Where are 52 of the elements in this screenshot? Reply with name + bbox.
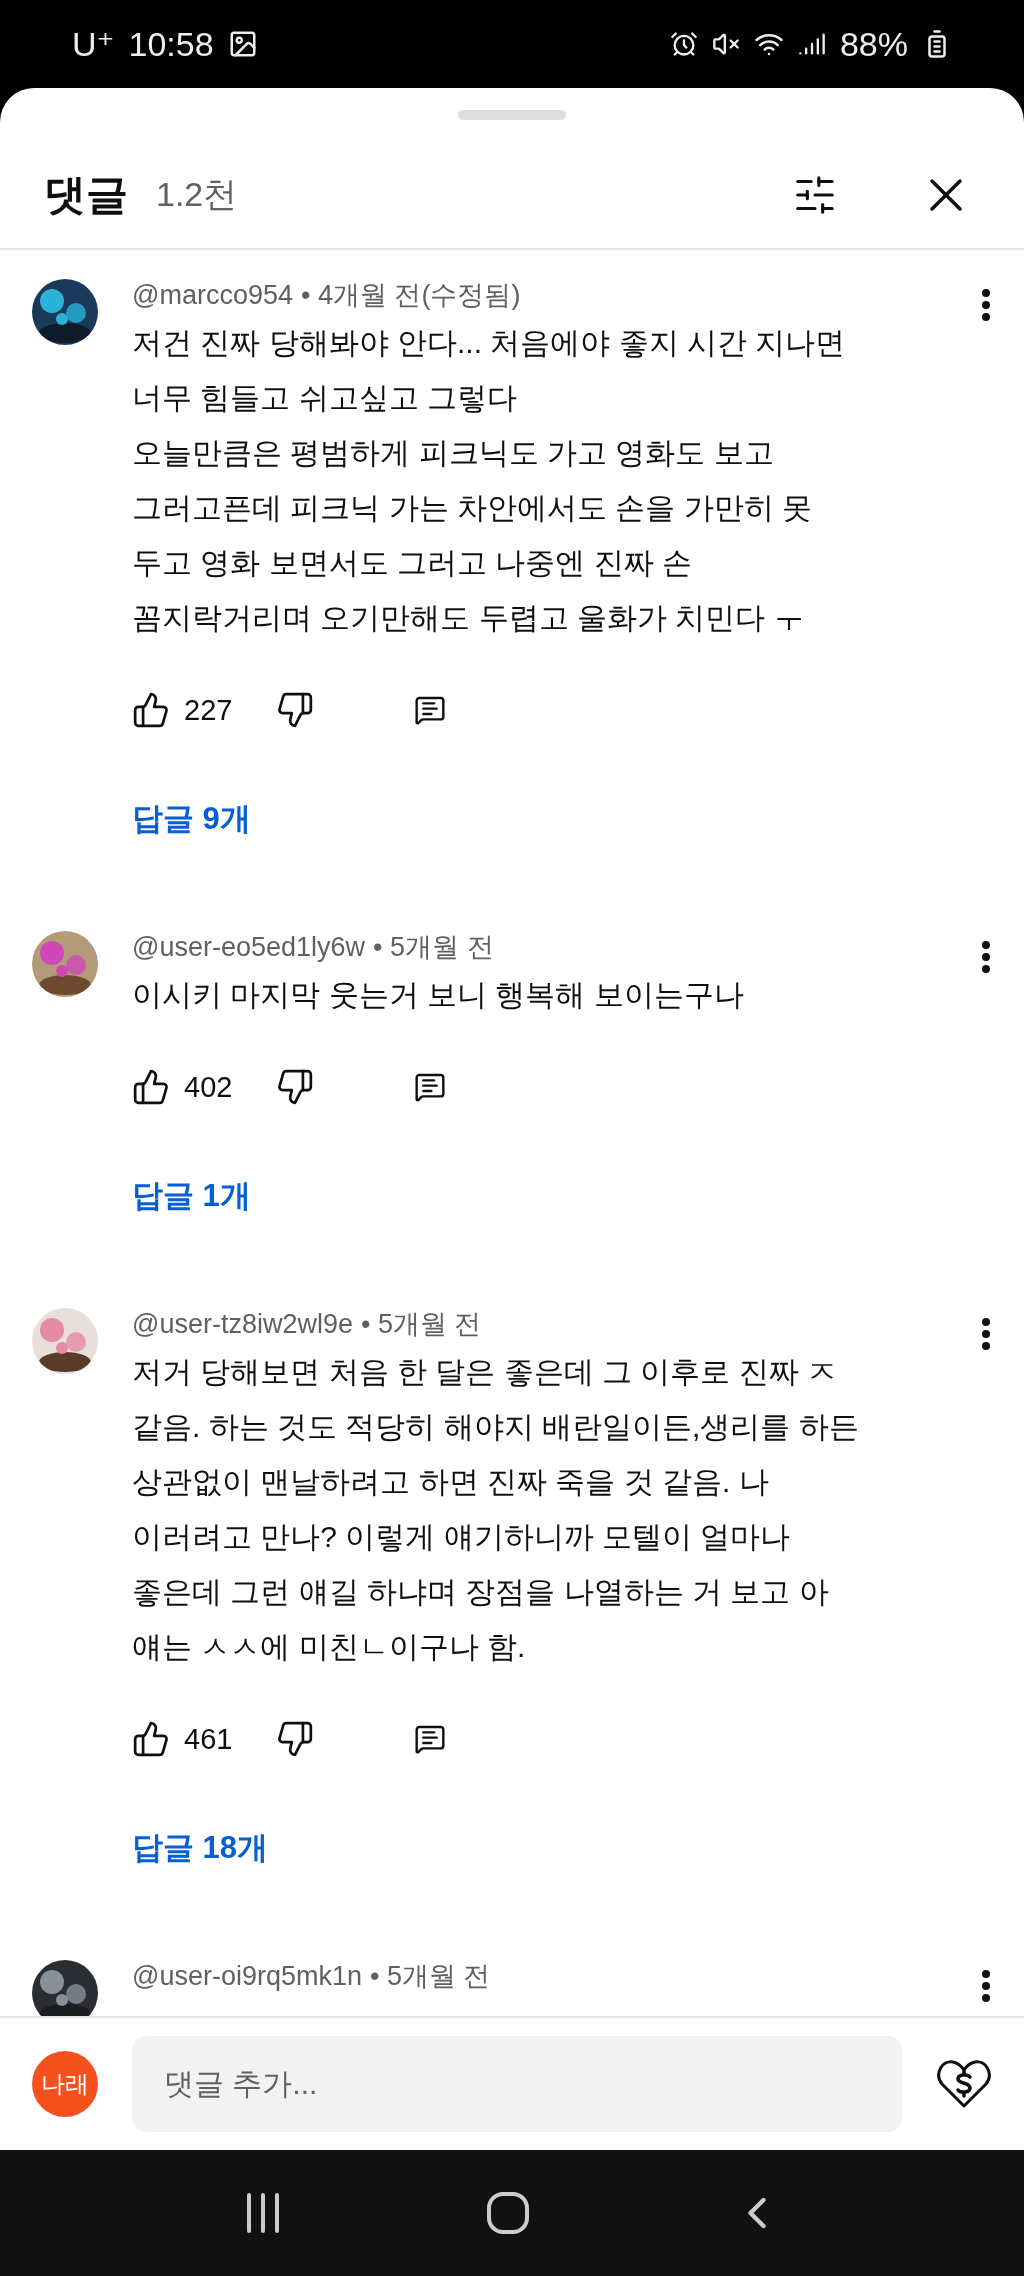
comment-icon [414,1071,447,1103]
more-icon [982,941,990,973]
comment-author[interactable]: @user-tz8iw2wl9e [132,1308,353,1340]
comment-icon [414,1723,447,1755]
dislike-button[interactable] [276,1720,315,1758]
more-button[interactable] [982,941,990,973]
reply-button[interactable] [414,1723,447,1755]
drag-handle[interactable] [458,110,566,120]
more-icon [982,1318,990,1350]
thumbs-up-icon [132,1068,170,1106]
replies-link[interactable]: 답글 9개 [132,789,251,849]
like-button[interactable]: 402 [132,1068,233,1106]
like-button[interactable]: 461 [132,1720,233,1758]
thumbs-up-icon [132,691,170,729]
comment-text: 저건 진짜 당해봐야 안다... 처음에야 좋지 시간 지나면 너무 힘들고 쉬고싶고 그렇다 오늘만큼은 평범하게 피크닉도 가고 영화도 보고 그러고픈데 피크닉 가는 차안에서도 손을 가만히 못 두고 영화 보면서도 그러고 나중엔 진짜 손 꼼지락거리며 오기만해도 두렵고 울화가 치민다 ㅜ [132,325,847,636]
comment-author[interactable]: @user-eo5ed1ly6w [132,931,366,963]
more-button[interactable] [982,1970,990,2002]
comment-time: • 5개월 전 [361,1308,482,1341]
thumbs-down-icon [276,1720,315,1758]
comment-author[interactable]: @marcco954 [132,279,293,311]
comment-author[interactable]: @user-oi9rq5mk1n [132,1960,362,1992]
more-icon [982,289,990,321]
comment-time: • 5개월 전 [370,1960,491,1993]
battery-percent: 88% [839,24,908,64]
thumbs-down-icon [276,1068,315,1106]
comment-input[interactable]: 댓글 추가... [132,2036,902,2132]
reply-button[interactable] [414,694,447,726]
user-avatar: 나래 [32,2051,98,2117]
dislike-button[interactable] [276,1068,315,1106]
more-button[interactable] [982,1318,990,1350]
more-button[interactable] [982,289,990,321]
thumbs-down-icon [276,691,315,729]
comment-text: 이시키 마지막 웃는거 보니 행복해 보이는구나 [132,977,745,1013]
dislike-button[interactable] [276,691,315,729]
sheet-title: 댓글 [44,170,128,220]
comment-time: • 4개월 전(수정됨) [301,279,521,312]
time: 10:58 [128,24,214,64]
square-icon [486,2191,530,2235]
reply-button[interactable] [414,1071,447,1103]
thumbs-up-icon [132,1720,170,1758]
alarm-icon [669,30,698,58]
comment-icon [414,694,447,726]
replies-link[interactable]: 답글 1개 [132,1166,251,1226]
heart-dollar-icon[interactable] [936,2058,992,2110]
comment-count: 1.2천 [156,174,238,215]
carrier: U⁺ [72,24,115,64]
replies-link[interactable]: 답글 18개 [132,1818,269,1878]
more-icon [982,1970,990,2002]
comment-time: • 5개월 전 [373,931,494,964]
home-button[interactable] [486,2191,530,2235]
like-button[interactable]: 227 [132,691,233,729]
comment-text: 저거 당해보면 처음 한 달은 좋은데 그 이후로 진짜 ㅈ 같음. 하는 것도 적당히 해야지 배란일이든,생리를 하든 상관없이 맨날하려고 하면 진짜 죽을 것 같음. 나 이러려고 만나? 이렇게 얘기하니까 모텔이 얼마나 좋은데 그런 얘길 하냐며 장점을 나열하는 거 보고 아 얘는 ㅅㅅ에 미친ㄴ이구나 함. [132,1354,860,1665]
